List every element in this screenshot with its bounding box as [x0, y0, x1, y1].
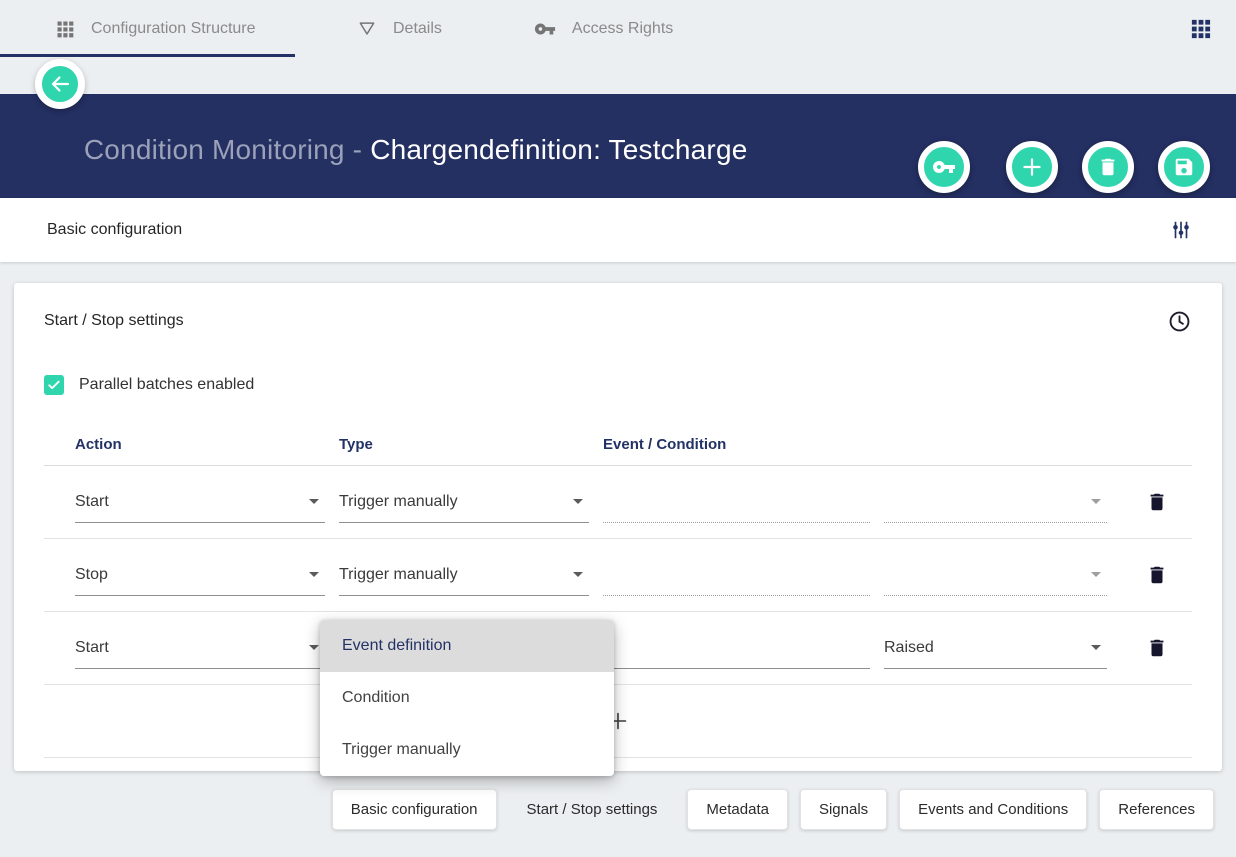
add-row-container [44, 685, 1192, 758]
type-value: Trigger manually [339, 566, 458, 584]
delete-row-button[interactable] [1146, 491, 1168, 513]
tab-label: Access Rights [572, 20, 673, 38]
table-row: Start Raised [44, 612, 1192, 685]
top-tab-bar: Configuration Structure Details Access R… [0, 0, 1236, 57]
parallel-batches-checkbox[interactable] [44, 375, 64, 395]
start-stop-table: Action Type Event / Condition Start Trig… [44, 423, 1192, 758]
access-rights-button[interactable] [918, 141, 970, 193]
event-condition-input[interactable] [603, 481, 870, 523]
chevron-down-icon [573, 499, 583, 504]
tab-label: Configuration Structure [91, 20, 256, 38]
tab-configuration-structure[interactable]: Configuration Structure [0, 0, 295, 57]
menu-item-condition[interactable]: Condition [320, 672, 614, 724]
action-select[interactable]: Start [75, 627, 325, 669]
nav-metadata[interactable]: Metadata [687, 789, 788, 830]
menu-item-event-definition[interactable]: Event definition [320, 620, 614, 672]
chevron-down-icon [309, 499, 319, 504]
parallel-batches-label: Parallel batches enabled [79, 376, 254, 394]
delete-row-button[interactable] [1146, 637, 1168, 659]
nav-basic-configuration[interactable]: Basic configuration [332, 789, 497, 830]
event-condition-input[interactable] [603, 627, 870, 669]
nav-start-stop-settings[interactable]: Start / Stop settings [509, 789, 676, 830]
state-value: Raised [884, 639, 934, 657]
action-value: Stop [75, 566, 108, 584]
card-header: Start / Stop settings [44, 283, 1192, 359]
chevron-down-icon [1091, 499, 1101, 504]
save-button[interactable] [1158, 141, 1210, 193]
page-title-main: Chargendefinition: Testcharge [370, 134, 747, 165]
action-select[interactable]: Start [75, 481, 325, 523]
apps-grid-icon[interactable] [1189, 17, 1212, 40]
parallel-batches-row: Parallel batches enabled [44, 373, 1192, 397]
key-icon [932, 155, 956, 179]
nav-signals[interactable]: Signals [800, 789, 887, 830]
back-button[interactable] [35, 59, 85, 109]
column-header-type: Type [339, 436, 589, 453]
delete-button[interactable] [1082, 141, 1134, 193]
table-row: Start Trigger manually [44, 466, 1192, 539]
funnel-icon [357, 19, 377, 39]
table-row: Stop Trigger manually [44, 539, 1192, 612]
bottom-navigation: Basic configuration Start / Stop setting… [332, 789, 1214, 830]
page-title-prefix: Condition Monitoring - [84, 134, 370, 165]
chevron-down-icon [1091, 645, 1101, 650]
state-select[interactable]: Raised [884, 627, 1107, 669]
add-button[interactable] [1006, 141, 1058, 193]
chevron-down-icon [573, 572, 583, 577]
start-stop-settings-title: Start / Stop settings [44, 312, 184, 330]
type-value: Trigger manually [339, 493, 458, 511]
delete-row-button[interactable] [1146, 564, 1168, 586]
table-header-row: Action Type Event / Condition [44, 423, 1192, 466]
nav-events-and-conditions[interactable]: Events and Conditions [899, 789, 1087, 830]
chevron-down-icon [309, 645, 319, 650]
plus-icon [1019, 154, 1045, 180]
app-window: Configuration Structure Details Access R… [0, 0, 1236, 857]
state-select[interactable] [884, 554, 1107, 596]
page-title: Condition Monitoring - Chargendefinition… [36, 102, 748, 198]
type-select[interactable]: Trigger manually [339, 481, 589, 523]
tune-icon[interactable] [1170, 219, 1192, 241]
menu-item-trigger-manually[interactable]: Trigger manually [320, 724, 614, 776]
nav-references[interactable]: References [1099, 789, 1214, 830]
header-action-buttons [918, 141, 1210, 193]
tab-label: Details [393, 20, 442, 38]
basic-configuration-label: Basic configuration [47, 221, 182, 239]
tab-access-rights[interactable]: Access Rights [484, 0, 715, 57]
start-stop-settings-card: Start / Stop settings Parallel batches e… [14, 283, 1222, 771]
action-value: Start [75, 493, 109, 511]
clock-icon[interactable] [1167, 309, 1192, 334]
type-select[interactable]: Trigger manually [339, 554, 589, 596]
action-select[interactable]: Stop [75, 554, 325, 596]
action-value: Start [75, 639, 109, 657]
key-icon [534, 18, 556, 40]
save-icon [1173, 156, 1195, 178]
type-dropdown-menu: Event definition Condition Trigger manua… [320, 620, 614, 776]
basic-configuration-bar[interactable]: Basic configuration [0, 198, 1236, 262]
column-header-action: Action [75, 436, 325, 453]
event-condition-input[interactable] [603, 554, 870, 596]
state-select[interactable] [884, 481, 1107, 523]
chevron-down-icon [1091, 572, 1101, 577]
arrow-left-icon [48, 72, 72, 96]
grid-icon [55, 19, 75, 39]
trash-icon [1097, 156, 1119, 178]
column-header-event-condition: Event / Condition [603, 436, 1107, 453]
chevron-down-icon [309, 572, 319, 577]
tab-details[interactable]: Details [295, 0, 484, 57]
